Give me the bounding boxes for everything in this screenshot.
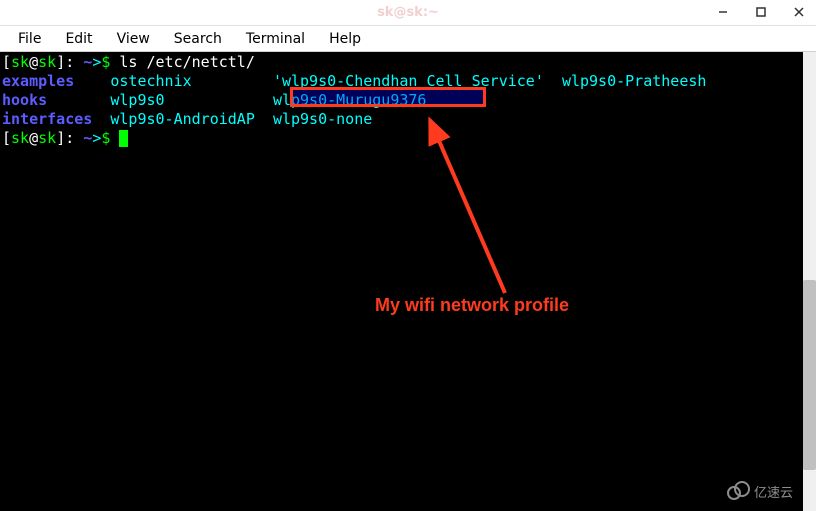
maximize-icon — [756, 7, 766, 17]
menu-terminal[interactable]: Terminal — [236, 28, 315, 50]
prompt-dollar: $ — [101, 129, 119, 147]
bracket-close: ] — [56, 53, 65, 71]
titlebar: sk@sk:~ — [0, 0, 816, 26]
file-ostechnix: ostechnix — [110, 72, 191, 90]
menu-search[interactable]: Search — [164, 28, 232, 50]
prompt-path: ~ — [83, 129, 92, 147]
file-pratheesh: wlp9s0-Pratheesh — [562, 72, 707, 90]
file-murugu: wlp9s0-Murugu9376 — [273, 91, 427, 109]
menu-view[interactable]: View — [107, 28, 160, 50]
menubar: File Edit View Search Terminal Help — [0, 26, 816, 52]
file-chendhan: 'wlp9s0-Chendhan Cell Service' — [273, 72, 544, 90]
prompt-line-2: [sk@sk]: ~>$ — [2, 129, 814, 148]
listing-row-3: interfaces wlp9s0-AndroidAP wlp9s0-none — [2, 110, 814, 129]
file-wlp9s0: wlp9s0 — [110, 91, 164, 109]
terminal-area[interactable]: [sk@sk]: ~>$ ls /etc/netctl/ examples os… — [0, 52, 816, 511]
prompt-at: @ — [29, 129, 38, 147]
file-androidap: wlp9s0-AndroidAP — [110, 110, 255, 128]
bracket: [ — [2, 129, 11, 147]
watermark-text: 亿速云 — [754, 485, 793, 500]
path-sep: : — [65, 53, 83, 71]
window-controls — [710, 2, 812, 22]
prompt-host: sk — [38, 129, 56, 147]
prompt-path: ~ — [83, 53, 92, 71]
menu-help[interactable]: Help — [319, 28, 371, 50]
listing-row-2: hooks wlp9s0 wlp9s0-Murugu9376 — [2, 91, 814, 110]
bracket: [ — [2, 53, 11, 71]
close-button[interactable] — [786, 2, 812, 22]
prompt-at: @ — [29, 53, 38, 71]
menu-edit[interactable]: Edit — [55, 28, 102, 50]
menu-file[interactable]: File — [8, 28, 51, 50]
file-none: wlp9s0-none — [273, 110, 372, 128]
prompt-user: sk — [11, 129, 29, 147]
prompt-arrow: > — [92, 53, 101, 71]
listing-row-1: examples ostechnix 'wlp9s0-Chendhan Cell… — [2, 72, 814, 91]
dir-examples: examples — [2, 72, 74, 90]
maximize-button[interactable] — [748, 2, 774, 22]
watermark: 亿速云 — [722, 475, 802, 505]
dir-hooks: hooks — [2, 91, 47, 109]
annotation-label: My wifi network profile — [375, 296, 569, 315]
bracket-close: ] — [56, 129, 65, 147]
dir-interfaces: interfaces — [2, 110, 92, 128]
scrollbar[interactable] — [803, 52, 816, 511]
prompt-line-1: [sk@sk]: ~>$ ls /etc/netctl/ — [2, 53, 814, 72]
prompt-arrow: > — [92, 129, 101, 147]
scrollbar-thumb[interactable] — [803, 280, 816, 470]
prompt-dollar: $ — [101, 53, 119, 71]
minimize-icon — [718, 7, 728, 17]
cursor — [119, 130, 128, 147]
window-title: sk@sk:~ — [377, 5, 439, 20]
prompt-user: sk — [11, 53, 29, 71]
minimize-button[interactable] — [710, 2, 736, 22]
prompt-host: sk — [38, 53, 56, 71]
command-text: ls /etc/netctl/ — [119, 53, 254, 71]
path-sep: : — [65, 129, 83, 147]
close-icon — [794, 7, 804, 17]
